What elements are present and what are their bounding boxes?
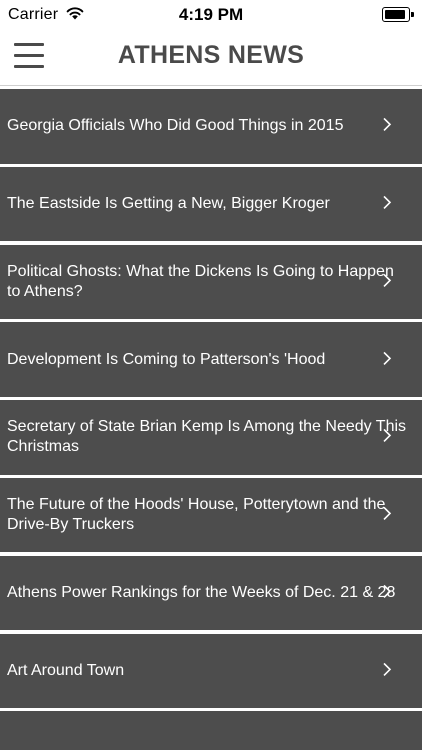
battery-cap [411, 12, 414, 17]
chevron-right-icon [383, 351, 392, 365]
article-title: Georgia Officials Who Did Good Things in… [7, 117, 344, 135]
chevron-right-icon [383, 507, 392, 521]
article-list-item[interactable] [0, 711, 422, 750]
chevron-right-icon [383, 584, 392, 598]
page-title: ATHENS NEWS [117, 41, 305, 69]
nav-bar: ATHENS NEWS [0, 30, 422, 86]
chevron-right-icon [383, 662, 392, 676]
article-title: Secretary of State Brian Kemp Is Among t… [7, 418, 407, 456]
article-list-item[interactable]: Athens Power Rankings for the Weeks of D… [0, 555, 422, 631]
article-list-item[interactable]: The Future of the Hoods' House, Potteryt… [0, 477, 422, 553]
battery-body [382, 7, 410, 22]
article-list-item[interactable]: Georgia Officials Who Did Good Things in… [0, 89, 422, 164]
article-title: Political Ghosts: What the Dickens Is Go… [7, 262, 394, 300]
article-list[interactable]: Georgia Officials Who Did Good Things in… [0, 89, 422, 750]
article-list-item[interactable]: Art Around Town [0, 633, 422, 709]
app-screen: Carrier 4:19 PM ATHENS NEWS Georgia Offi… [0, 0, 422, 750]
status-bar: Carrier 4:19 PM [0, 0, 422, 30]
battery-icon [382, 7, 414, 22]
chevron-right-icon [383, 273, 392, 287]
article-title: Development Is Coming to Patterson's 'Ho… [7, 350, 326, 368]
article-title: Art Around Town [7, 661, 125, 679]
status-time: 4:19 PM [178, 5, 244, 24]
chevron-right-icon [383, 118, 392, 132]
chevron-right-icon [383, 429, 392, 443]
article-title: The Future of the Hoods' House, Potteryt… [7, 496, 386, 534]
article-list-item[interactable]: The Eastside Is Getting a New, Bigger Kr… [0, 166, 422, 242]
article-list-item[interactable]: Political Ghosts: What the Dickens Is Go… [0, 244, 422, 320]
article-title: The Eastside Is Getting a New, Bigger Kr… [7, 195, 330, 213]
article-list-item[interactable]: Secretary of State Brian Kemp Is Among t… [0, 400, 422, 475]
chevron-right-icon [383, 195, 392, 210]
battery-fill [385, 10, 405, 19]
article-list-item[interactable]: Development Is Coming to Patterson's 'Ho… [0, 322, 422, 397]
article-title: Athens Power Rankings for the Weeks of D… [7, 584, 396, 602]
